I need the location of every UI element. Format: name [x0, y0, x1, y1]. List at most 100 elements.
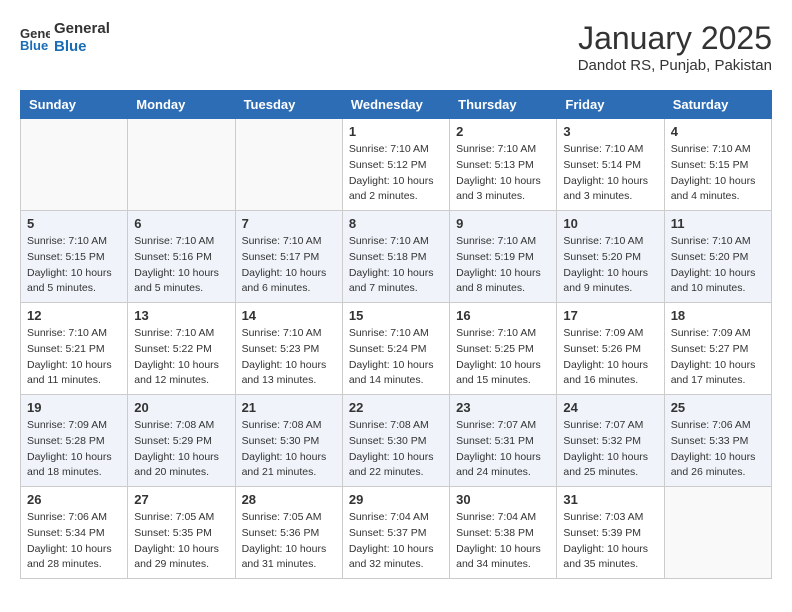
sunrise-text: Sunrise: 7:08 AM [349, 418, 443, 434]
sunset-text: Sunset: 5:30 PM [349, 434, 443, 450]
day-number: 18 [671, 308, 765, 323]
daylight-text: Daylight: 10 hours and 18 minutes. [27, 450, 121, 482]
calendar-cell: 4 Sunrise: 7:10 AMSunset: 5:15 PMDaylight… [664, 119, 771, 211]
day-number: 16 [456, 308, 550, 323]
day-info: Sunrise: 7:09 AMSunset: 5:28 PMDaylight:… [27, 418, 121, 481]
sunrise-text: Sunrise: 7:03 AM [563, 510, 657, 526]
day-number: 15 [349, 308, 443, 323]
day-info: Sunrise: 7:10 AMSunset: 5:25 PMDaylight:… [456, 326, 550, 389]
sunset-text: Sunset: 5:25 PM [456, 342, 550, 358]
day-info: Sunrise: 7:10 AMSunset: 5:18 PMDaylight:… [349, 234, 443, 297]
calendar-header-row: SundayMondayTuesdayWednesdayThursdayFrid… [21, 91, 772, 119]
calendar-cell: 30Sunrise: 7:04 AMSunset: 5:38 PMDayligh… [450, 487, 557, 579]
sunrise-text: Sunrise: 7:04 AM [349, 510, 443, 526]
calendar-cell: 5Sunrise: 7:10 AMSunset: 5:15 PMDaylight… [21, 211, 128, 303]
day-number: 23 [456, 400, 550, 415]
day-info: Sunrise: 7:05 AMSunset: 5:36 PMDaylight:… [242, 510, 336, 573]
day-info: Sunrise: 7:09 AMSunset: 5:26 PMDaylight:… [563, 326, 657, 389]
logo-icon: General Blue [20, 24, 50, 52]
day-info: Sunrise: 7:08 AMSunset: 5:29 PMDaylight:… [134, 418, 228, 481]
day-number: 11 [671, 216, 765, 231]
sunrise-text: Sunrise: 7:10 AM [671, 142, 765, 158]
day-number: 10 [563, 216, 657, 231]
calendar-cell: 23 Sunrise: 7:07 AMSunset: 5:31 PMDayligh… [450, 395, 557, 487]
sunrise-text: Sunrise: 7:07 AM [456, 418, 550, 434]
calendar-cell: 19Sunrise: 7:09 AMSunset: 5:28 PMDayligh… [21, 395, 128, 487]
calendar-cell: 25Sunrise: 7:06 AMSunset: 5:33 PMDayligh… [664, 395, 771, 487]
sunset-text: Sunset: 5:13 PM [456, 158, 550, 174]
calendar-cell: 7Sunrise: 7:10 AMSunset: 5:17 PMDaylight… [235, 211, 342, 303]
day-number: 20 [134, 400, 228, 415]
sunrise-text: Sunrise: 7:10 AM [134, 234, 228, 250]
day-info: Sunrise: 7:10 AMSunset: 5:19 PMDaylight:… [456, 234, 550, 297]
day-info: Sunrise: 7:04 AMSunset: 5:37 PMDaylight:… [349, 510, 443, 573]
month-title: January 2025 [578, 20, 772, 57]
calendar-week-row: 5Sunrise: 7:10 AMSunset: 5:15 PMDaylight… [21, 211, 772, 303]
day-info: Sunrise: 7:06 AMSunset: 5:33 PMDaylight:… [671, 418, 765, 481]
day-info: Sunrise: 7:08 AMSunset: 5:30 PMDaylight:… [349, 418, 443, 481]
day-number: 24 [563, 400, 657, 415]
sunset-text: Sunset: 5:16 PM [134, 250, 228, 266]
sunrise-text: Sunrise: 7:10 AM [456, 326, 550, 342]
daylight-text: Daylight: 10 hours and 8 minutes. [456, 266, 550, 298]
daylight-text: Daylight: 10 hours and 25 minutes. [563, 450, 657, 482]
day-info: Sunrise: 7:09 AMSunset: 5:27 PMDaylight:… [671, 326, 765, 389]
calendar-cell [664, 487, 771, 579]
sunset-text: Sunset: 5:34 PM [27, 526, 121, 542]
sunrise-text: Sunrise: 7:09 AM [563, 326, 657, 342]
day-number: 28 [242, 492, 336, 507]
daylight-text: Daylight: 10 hours and 7 minutes. [349, 266, 443, 298]
sunset-text: Sunset: 5:31 PM [456, 434, 550, 450]
sunset-text: Sunset: 5:17 PM [242, 250, 336, 266]
calendar-cell: 16 Sunrise: 7:10 AMSunset: 5:25 PMDayligh… [450, 303, 557, 395]
day-number: 29 [349, 492, 443, 507]
day-number: 13 [134, 308, 228, 323]
calendar-cell: 9Sunrise: 7:10 AMSunset: 5:19 PMDaylight… [450, 211, 557, 303]
day-info: Sunrise: 7:07 AMSunset: 5:32 PMDaylight:… [563, 418, 657, 481]
sunrise-text: Sunrise: 7:06 AM [27, 510, 121, 526]
daylight-text: Daylight: 10 hours and 34 minutes. [456, 542, 550, 574]
day-number: 21 [242, 400, 336, 415]
sunrise-text: Sunrise: 7:10 AM [242, 326, 336, 342]
daylight-text: Daylight: 10 hours and 3 minutes. [456, 174, 550, 206]
day-info: Sunrise: 7:05 AMSunset: 5:35 PMDaylight:… [134, 510, 228, 573]
daylight-text: Daylight: 10 hours and 17 minutes. [671, 358, 765, 390]
page-header: General Blue General Blue January 2025 D… [20, 20, 772, 74]
sunrise-text: Sunrise: 7:10 AM [27, 326, 121, 342]
sunset-text: Sunset: 5:38 PM [456, 526, 550, 542]
weekday-header: Tuesday [235, 91, 342, 119]
daylight-text: Daylight: 10 hours and 6 minutes. [242, 266, 336, 298]
sunset-text: Sunset: 5:18 PM [349, 250, 443, 266]
day-info: Sunrise: 7:10 AMSunset: 5:16 PMDaylight:… [134, 234, 228, 297]
sunset-text: Sunset: 5:20 PM [671, 250, 765, 266]
calendar-week-row: 1Sunrise: 7:10 AMSunset: 5:12 PMDaylight… [21, 119, 772, 211]
sunrise-text: Sunrise: 7:08 AM [242, 418, 336, 434]
calendar-cell: 12Sunrise: 7:10 AMSunset: 5:21 PMDayligh… [21, 303, 128, 395]
sunrise-text: Sunrise: 7:10 AM [349, 142, 443, 158]
calendar-cell: 2Sunrise: 7:10 AMSunset: 5:13 PMDaylight… [450, 119, 557, 211]
day-info: Sunrise: 7:10 AMSunset: 5:15 PMDaylight:… [671, 142, 765, 205]
daylight-text: Daylight: 10 hours and 16 minutes. [563, 358, 657, 390]
day-info: Sunrise: 7:07 AMSunset: 5:31 PMDaylight:… [456, 418, 550, 481]
sunset-text: Sunset: 5:37 PM [349, 526, 443, 542]
weekday-header: Friday [557, 91, 664, 119]
sunset-text: Sunset: 5:15 PM [671, 158, 765, 174]
sunrise-text: Sunrise: 7:09 AM [27, 418, 121, 434]
day-info: Sunrise: 7:10 AMSunset: 5:14 PMDaylight:… [563, 142, 657, 205]
day-number: 1 [349, 124, 443, 139]
day-number: 4 [671, 124, 765, 139]
calendar-cell: 21Sunrise: 7:08 AMSunset: 5:30 PMDayligh… [235, 395, 342, 487]
calendar-week-row: 12Sunrise: 7:10 AMSunset: 5:21 PMDayligh… [21, 303, 772, 395]
day-number: 14 [242, 308, 336, 323]
sunset-text: Sunset: 5:39 PM [563, 526, 657, 542]
calendar-cell [21, 119, 128, 211]
sunset-text: Sunset: 5:27 PM [671, 342, 765, 358]
sunset-text: Sunset: 5:35 PM [134, 526, 228, 542]
sunset-text: Sunset: 5:14 PM [563, 158, 657, 174]
calendar-cell: 11Sunrise: 7:10 AMSunset: 5:20 PMDayligh… [664, 211, 771, 303]
calendar-cell: 24 Sunrise: 7:07 AMSunset: 5:32 PMDayligh… [557, 395, 664, 487]
calendar-cell [235, 119, 342, 211]
weekday-header: Saturday [664, 91, 771, 119]
daylight-text: Daylight: 10 hours and 35 minutes. [563, 542, 657, 574]
sunset-text: Sunset: 5:33 PM [671, 434, 765, 450]
